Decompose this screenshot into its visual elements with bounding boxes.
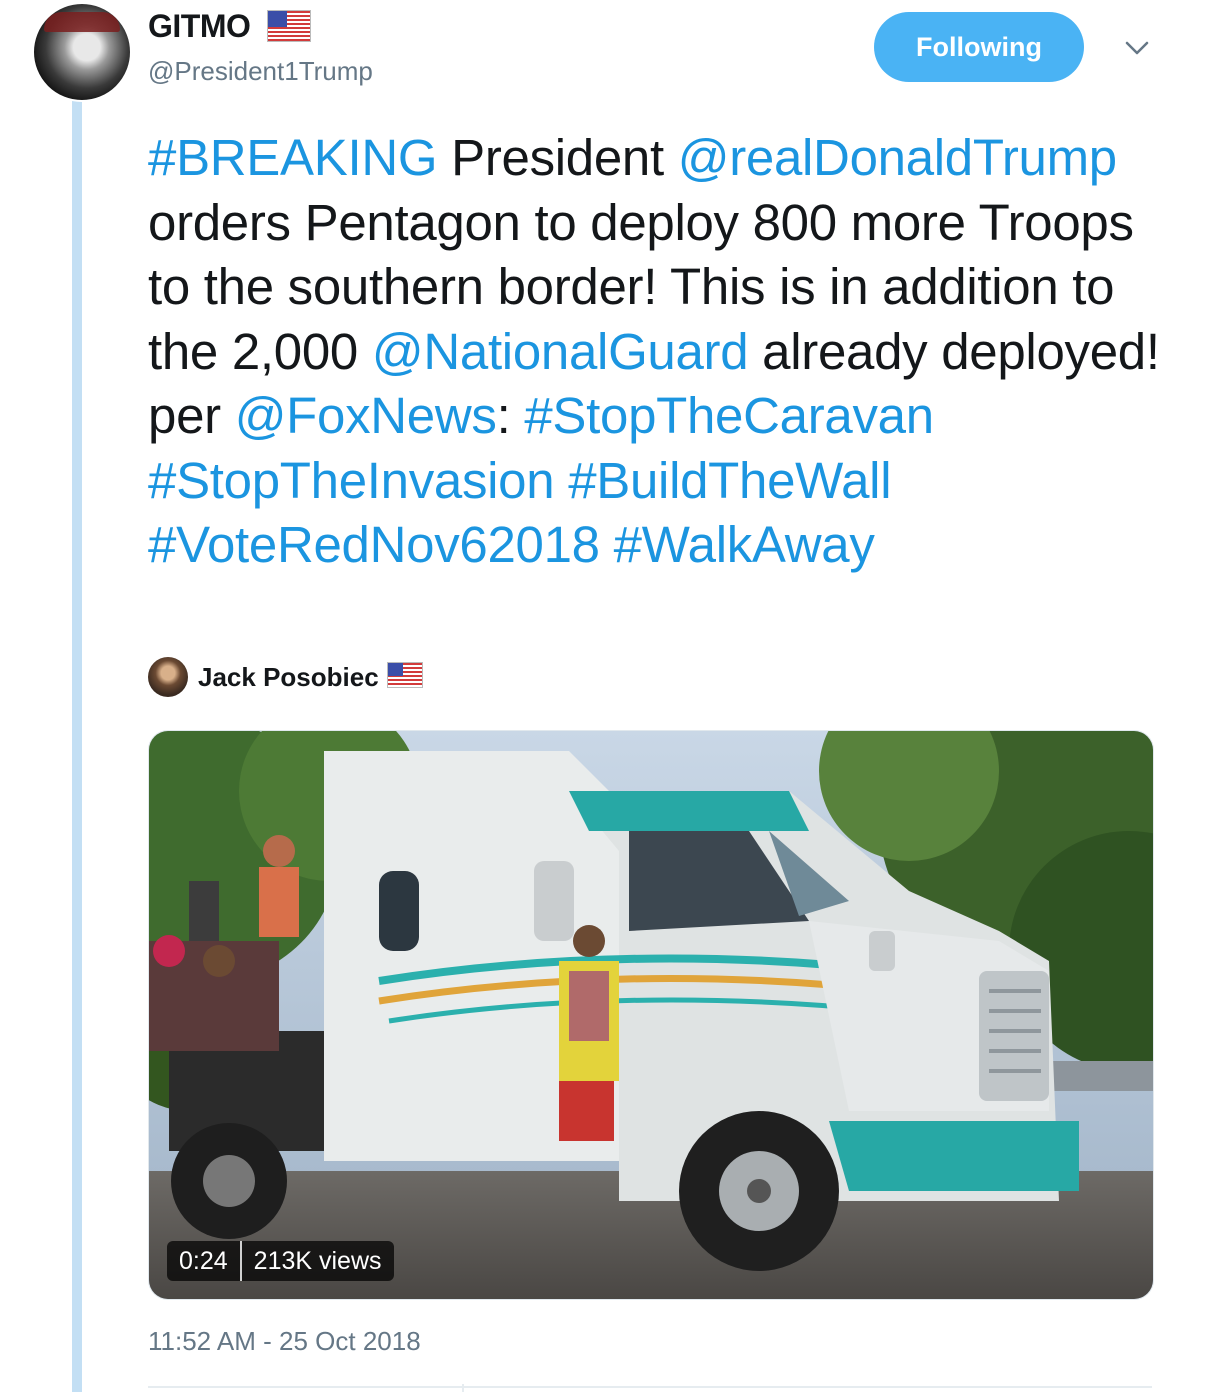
chevron-down-icon[interactable] — [1124, 36, 1150, 60]
author-handle[interactable]: @President1Trump — [148, 56, 373, 87]
video-player[interactable]: 0:24 213K views — [148, 730, 1154, 1300]
video-stats-badge: 0:24 213K views — [167, 1241, 394, 1281]
author-avatar[interactable] — [32, 2, 132, 102]
hashtag-link[interactable]: #StopTheInvasion — [148, 452, 555, 509]
quoted-user-avatar — [148, 657, 188, 697]
us-flag-icon — [386, 662, 423, 688]
hashtag-link[interactable]: #VoteRedNov62018 — [148, 516, 600, 573]
tweet-text-segment — [554, 452, 568, 509]
mention-link[interactable]: @FoxNews — [235, 387, 497, 444]
tweet-timestamp[interactable]: 11:52 AM - 25 Oct 2018 — [148, 1326, 421, 1357]
following-button[interactable]: Following — [874, 12, 1084, 82]
hashtag-link[interactable]: #StopTheCaravan — [524, 387, 934, 444]
tweet-text-segment: President — [437, 129, 678, 186]
video-duration: 0:24 — [179, 1246, 228, 1275]
quoted-user-name[interactable]: Jack Posobiec — [198, 662, 379, 693]
us-flag-icon — [266, 9, 311, 42]
hashtag-link[interactable]: #BuildTheWall — [568, 452, 891, 509]
video-views: 213K views — [253, 1246, 382, 1275]
author-name[interactable]: GITMO — [148, 8, 251, 44]
mention-link[interactable]: @realDonaldTrump — [678, 129, 1117, 186]
hashtag-link[interactable]: #BREAKING — [148, 129, 438, 186]
quoted-user[interactable]: Jack Posobiec — [148, 656, 423, 698]
hashtag-link[interactable]: #WalkAway — [614, 516, 875, 573]
video-thumbnail — [149, 731, 1153, 1299]
mention-link[interactable]: @NationalGuard — [372, 323, 749, 380]
author-name-row: GITMO — [148, 8, 311, 45]
tweet-text-segment — [600, 516, 614, 573]
tweet-text: #BREAKING President @realDonaldTrump ord… — [148, 126, 1168, 578]
divider — [148, 1386, 1152, 1388]
thread-line — [72, 92, 82, 1392]
tweet-text-segment: : — [496, 387, 525, 444]
